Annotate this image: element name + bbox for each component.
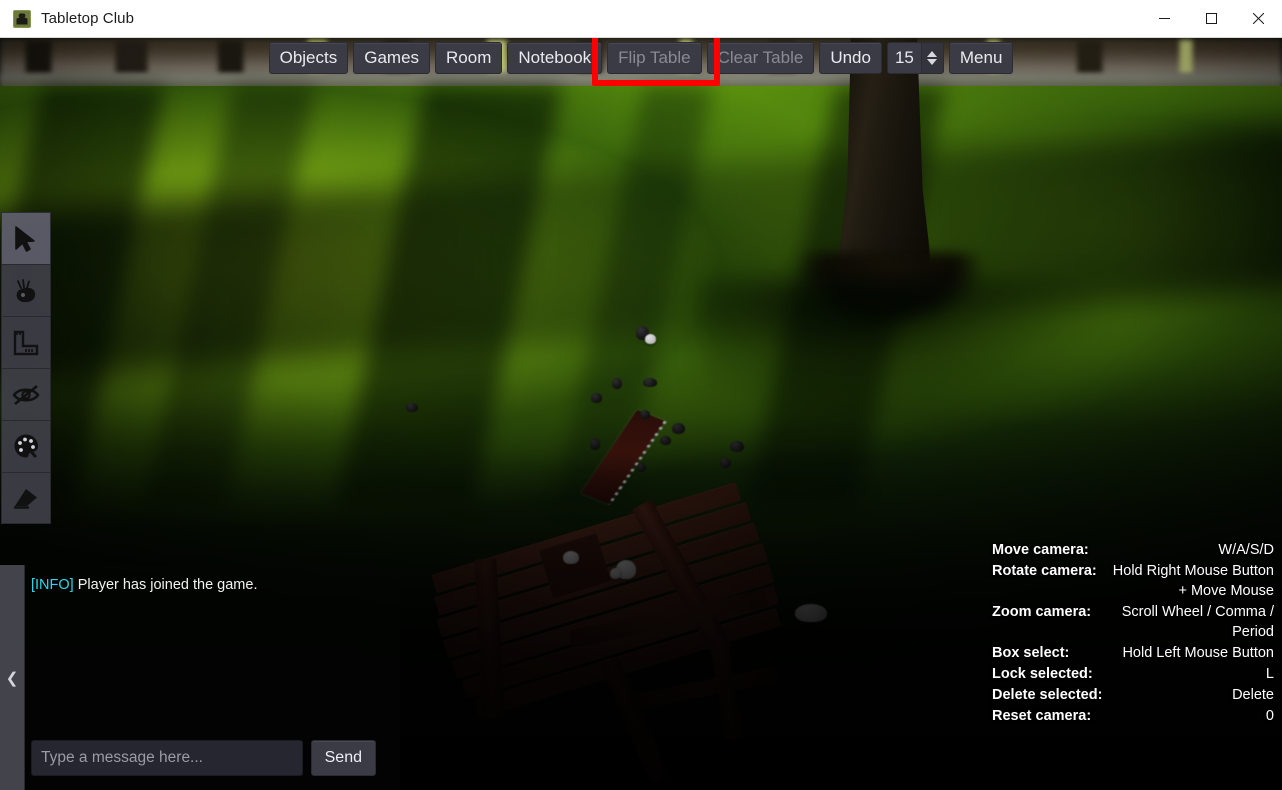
chess-piece[interactable] — [795, 604, 827, 622]
hint-value: W/A/S/D — [1218, 542, 1274, 558]
paint-tool[interactable] — [1, 420, 51, 472]
dice-bag-icon — [12, 278, 40, 304]
hint-row: Move camera: W/A/S/D — [992, 540, 1274, 560]
flip-table-button[interactable]: Flip Table — [607, 42, 702, 74]
hint-value: Delete — [1232, 687, 1274, 703]
chat-message-tag: [INFO] — [31, 577, 74, 593]
hint-row: Box select: Hold Left Mouse Button — [992, 643, 1274, 663]
chess-piece[interactable] — [591, 393, 602, 403]
ruler-icon — [13, 330, 39, 356]
window-title: Tabletop Club — [41, 10, 135, 27]
chat-body: [INFO] Player has joined the game. Send — [25, 565, 400, 790]
hidden-area-tool[interactable] — [1, 368, 51, 420]
chess-piece[interactable] — [645, 334, 656, 344]
window-controls — [1141, 0, 1282, 38]
hint-value: Hold Left Mouse Button — [1122, 645, 1274, 661]
clover-icon — [13, 9, 31, 28]
hint-value: L — [1265, 666, 1274, 682]
cursor-arrow-icon — [13, 225, 39, 253]
tree-cast-shadow — [700, 278, 1120, 428]
hint-label: Delete selected: — [992, 687, 1103, 703]
grab-tool[interactable] — [1, 264, 51, 316]
hint-value: 0 — [1265, 708, 1274, 724]
chess-piece[interactable] — [610, 568, 621, 579]
eye-slash-icon — [12, 383, 40, 407]
chess-piece[interactable] — [563, 551, 579, 564]
minimize-icon[interactable] — [1141, 0, 1188, 38]
spinner-value: 15 — [887, 43, 921, 73]
chess-piece[interactable] — [672, 423, 685, 434]
select-tool[interactable] — [1, 212, 51, 264]
chess-piece[interactable] — [637, 463, 646, 472]
close-icon[interactable] — [1235, 0, 1282, 38]
hint-row: Delete selected: Delete — [992, 685, 1274, 705]
hint-value: Hold Right Mouse Button + Move Mouse — [1112, 563, 1274, 599]
hint-label: Zoom camera: — [992, 604, 1092, 620]
chess-piece[interactable] — [643, 378, 657, 387]
erase-tool[interactable] — [1, 472, 51, 524]
chat-message: [INFO] Player has joined the game. — [31, 575, 376, 596]
chess-piece[interactable] — [590, 438, 600, 450]
chat-message-text: Player has joined the game. — [73, 577, 258, 593]
hint-row: Rotate camera: Hold Right Mouse Button +… — [992, 561, 1274, 601]
notebook-button[interactable]: Notebook — [507, 42, 603, 74]
clear-table-button[interactable]: Clear Table — [706, 42, 815, 74]
chess-piece[interactable] — [406, 403, 418, 412]
chess-piece[interactable] — [660, 436, 671, 445]
hint-label: Rotate camera: — [992, 563, 1097, 579]
chess-piece[interactable] — [612, 378, 622, 389]
hint-label: Reset camera: — [992, 708, 1092, 724]
room-button[interactable]: Room — [435, 42, 503, 74]
palette-icon — [13, 433, 40, 460]
undo-count-spinner[interactable]: 15 — [886, 42, 944, 74]
objects-button[interactable]: Objects — [268, 42, 349, 74]
undo-button[interactable]: Undo — [819, 42, 882, 74]
hint-label: Box select: — [992, 645, 1070, 661]
hint-value: Scroll Wheel / Comma / Period — [1121, 604, 1274, 640]
menu-button[interactable]: Menu — [948, 42, 1014, 74]
maximize-icon[interactable] — [1188, 0, 1235, 38]
chess-piece[interactable] — [730, 441, 744, 452]
app-window: Tabletop Club Objects Games Room Noteboo… — [0, 0, 1282, 790]
chevron-down-icon[interactable] — [927, 59, 938, 65]
measure-tool[interactable] — [1, 316, 51, 368]
chat-log: [INFO] Player has joined the game. — [31, 575, 376, 734]
game-toolbar: Objects Games Room Notebook Flip Table C… — [0, 40, 1282, 76]
hint-label: Lock selected: — [992, 666, 1093, 682]
eraser-icon — [12, 486, 40, 510]
hint-row: Lock selected: L — [992, 664, 1274, 684]
chess-piece[interactable] — [640, 410, 650, 419]
chevron-left-icon[interactable]: ❮ — [0, 565, 25, 790]
tool-palette — [1, 212, 51, 524]
chat-input-row: Send — [31, 740, 376, 776]
spinner-arrows[interactable] — [920, 43, 943, 73]
hint-row: Zoom camera: Scroll Wheel / Comma / Peri… — [992, 602, 1274, 642]
hint-label: Move camera: — [992, 542, 1089, 558]
window-titlebar[interactable]: Tabletop Club — [0, 0, 1282, 38]
camera-controls-hints: Move camera: W/A/S/D Rotate camera: Hold… — [992, 540, 1274, 727]
chat-panel: ❮ [INFO] Player has joined the game. Sen… — [0, 565, 400, 790]
chat-input[interactable] — [31, 740, 303, 776]
send-button[interactable]: Send — [310, 740, 376, 776]
games-button[interactable]: Games — [353, 42, 431, 74]
chevron-up-icon[interactable] — [927, 51, 938, 57]
hint-row: Reset camera: 0 — [992, 706, 1274, 726]
